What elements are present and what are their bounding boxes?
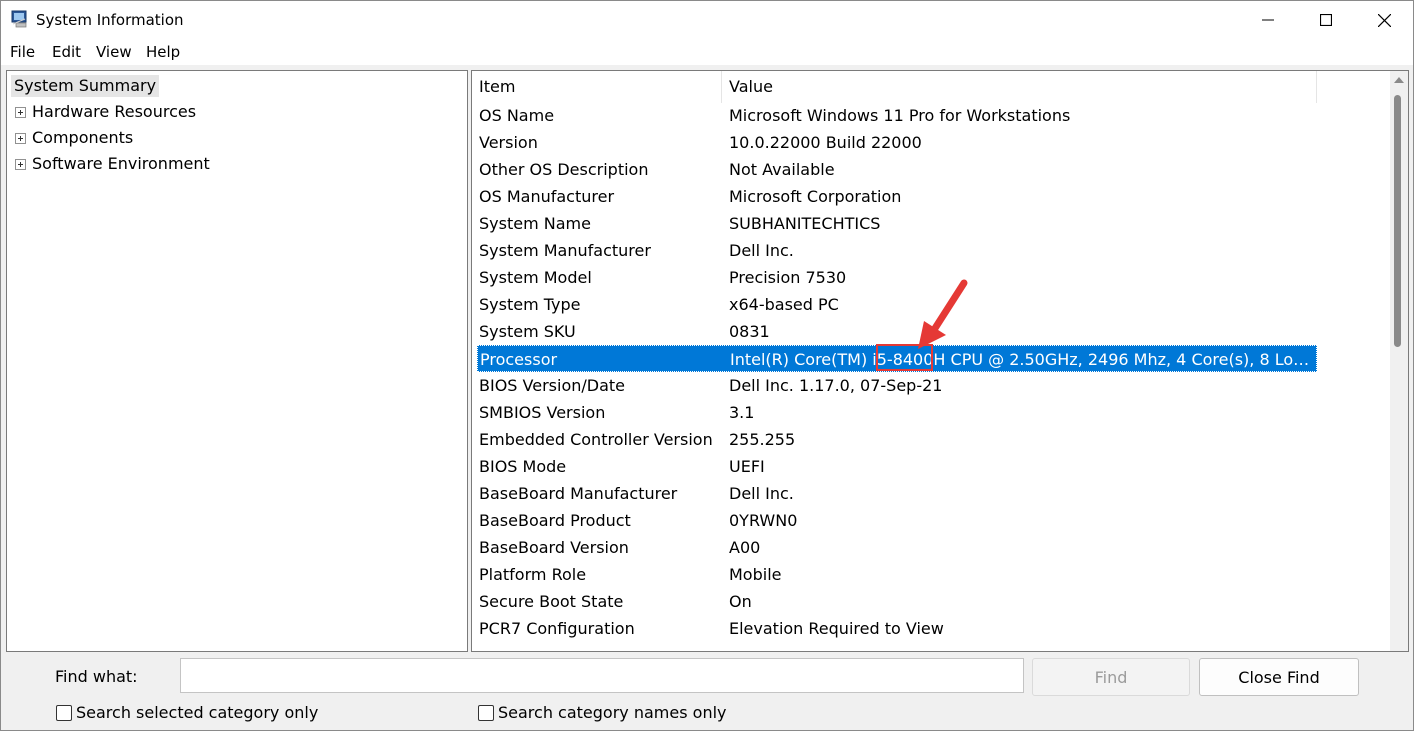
maximize-button[interactable] (1297, 1, 1355, 39)
row-item-cell: PCR7 Configuration (479, 619, 635, 638)
row-item-cell: SMBIOS Version (479, 403, 606, 422)
row-value-cell: Mobile (729, 565, 782, 584)
table-row[interactable]: OS Manufacturer Microsoft Corporation (472, 183, 1392, 210)
table-row[interactable]: OS Name Microsoft Windows 11 Pro for Work… (472, 102, 1392, 129)
find-what-input[interactable] (180, 658, 1024, 693)
row-value-cell: Dell Inc. 1.17.0, 07-Sep-21 (729, 376, 943, 395)
row-value-cell: 0831 (729, 322, 770, 341)
row-value-cell: 10.0.22000 Build 22000 (729, 133, 922, 152)
expand-icon[interactable] (15, 133, 26, 144)
row-item-cell: Other OS Description (479, 160, 649, 179)
details-rows: OS Name Microsoft Windows 11 Pro for Work… (472, 102, 1392, 642)
table-row[interactable]: BaseBoard Product 0YRWN0 (472, 507, 1392, 534)
minimize-button[interactable] (1239, 1, 1297, 39)
row-item-cell: BaseBoard Product (479, 511, 631, 530)
row-value-cell: A00 (729, 538, 761, 557)
system-information-window: System Information File Edit View Help S… (0, 0, 1414, 731)
row-item-cell: BaseBoard Version (479, 538, 629, 557)
details-list[interactable]: Item Value OS Name Microsoft Windows 11 P… (471, 70, 1409, 652)
row-value-cell: UEFI (729, 457, 765, 476)
close-find-button[interactable]: Close Find (1199, 658, 1359, 696)
row-value-cell: Elevation Required to View (729, 619, 944, 638)
tree-item-system-summary[interactable]: System Summary (11, 75, 160, 97)
row-value-cell: Precision 7530 (729, 268, 847, 287)
scroll-thumb[interactable] (1394, 95, 1401, 347)
menu-bar: File Edit View Help (1, 39, 1413, 65)
row-item-cell: System SKU (479, 322, 576, 341)
row-value-cell: 0YRWN0 (729, 511, 798, 530)
row-item-cell: System Type (479, 295, 581, 314)
row-value-cell: 255.255 (729, 430, 796, 449)
category-tree[interactable]: System Summary Hardware Resources Compon… (6, 70, 468, 652)
search-category-names-checkbox[interactable]: Search category names only (478, 703, 727, 722)
tree-item-software-environment[interactable]: Software Environment (32, 153, 210, 175)
table-row[interactable]: Other OS Description Not Available (472, 156, 1392, 183)
row-value-cell: Dell Inc. (729, 484, 794, 503)
row-value-cell: Intel(R) Core(TM) i5-8400H CPU @ 2.50GHz… (730, 350, 1316, 369)
row-value-cell: On (729, 592, 752, 611)
window-title: System Information (36, 11, 184, 29)
table-row[interactable]: BIOS Mode UEFI (472, 453, 1392, 480)
row-value-cell: x64-based PC (729, 295, 839, 314)
row-item-cell: Processor (480, 350, 558, 369)
find-what-label: Find what: (55, 667, 138, 686)
menu-view[interactable]: View (96, 43, 132, 61)
expand-icon[interactable] (15, 159, 26, 170)
close-button[interactable] (1355, 1, 1413, 39)
row-item-cell: System Model (479, 268, 592, 287)
table-row[interactable]: BaseBoard Version A00 (472, 534, 1392, 561)
checkbox-box[interactable] (56, 704, 72, 721)
row-item-cell: OS Name (479, 106, 555, 125)
annotation-arrow-icon (918, 279, 968, 349)
table-row[interactable]: PCR7 Configuration Elevation Required to … (472, 615, 1392, 642)
row-value-cell: SUBHANITECHTICS (729, 214, 881, 233)
minimize-icon (1262, 19, 1274, 21)
row-value-cell: 3.1 (729, 403, 755, 422)
checkbox-box[interactable] (478, 704, 494, 721)
row-item-cell: Secure Boot State (479, 592, 624, 611)
scroll-up-arrow-icon[interactable] (1394, 77, 1404, 83)
menu-file[interactable]: File (10, 43, 35, 61)
row-item-cell: System Name (479, 214, 591, 233)
system-information-app-icon (11, 10, 27, 28)
column-header-value[interactable]: Value (722, 71, 1317, 103)
title-bar[interactable]: System Information (1, 1, 1413, 39)
row-item-cell: OS Manufacturer (479, 187, 615, 206)
row-item-cell: BIOS Mode (479, 457, 567, 476)
tree-item-components[interactable]: Components (32, 127, 133, 149)
table-row[interactable]: BaseBoard Manufacturer Dell Inc. (472, 480, 1392, 507)
menu-edit[interactable]: Edit (52, 43, 81, 61)
table-row[interactable]: Version 10.0.22000 Build 22000 (472, 129, 1392, 156)
row-value-cell: Microsoft Corporation (729, 187, 902, 206)
vertical-scrollbar[interactable] (1390, 71, 1408, 651)
row-item-cell: BIOS Version/Date (479, 376, 625, 395)
expand-icon[interactable] (15, 107, 26, 118)
table-row[interactable]: Embedded Controller Version 255.255 (472, 426, 1392, 453)
row-item-cell: System Manufacturer (479, 241, 651, 260)
table-row[interactable]: System Name SUBHANITECHTICS (472, 210, 1392, 237)
row-value-cell: Microsoft Windows 11 Pro for Workstation… (729, 106, 1071, 125)
table-row[interactable]: Secure Boot State On (472, 588, 1392, 615)
close-icon (1377, 13, 1391, 27)
maximize-icon (1320, 14, 1332, 26)
find-button[interactable]: Find (1032, 658, 1190, 696)
table-row[interactable]: System Manufacturer Dell Inc. (472, 237, 1392, 264)
menu-help[interactable]: Help (146, 43, 180, 61)
row-item-cell: BaseBoard Manufacturer (479, 484, 678, 503)
row-item-cell: Platform Role (479, 565, 587, 584)
table-row[interactable]: SMBIOS Version 3.1 (472, 399, 1392, 426)
table-row[interactable]: BIOS Version/Date Dell Inc. 1.17.0, 07-Se… (472, 372, 1392, 399)
row-item-cell: Version (479, 133, 538, 152)
row-item-cell: Embedded Controller Version (479, 430, 713, 449)
search-selected-category-checkbox[interactable]: Search selected category only (56, 703, 318, 722)
table-row[interactable]: Platform Role Mobile (472, 561, 1392, 588)
search-selected-category-label: Search selected category only (76, 703, 319, 722)
tree-item-hardware-resources[interactable]: Hardware Resources (32, 101, 196, 123)
column-header-item[interactable]: Item (472, 71, 722, 103)
row-value-cell: Dell Inc. (729, 241, 794, 260)
row-value-cell: Not Available (729, 160, 835, 179)
search-category-names-label: Search category names only (498, 703, 727, 722)
